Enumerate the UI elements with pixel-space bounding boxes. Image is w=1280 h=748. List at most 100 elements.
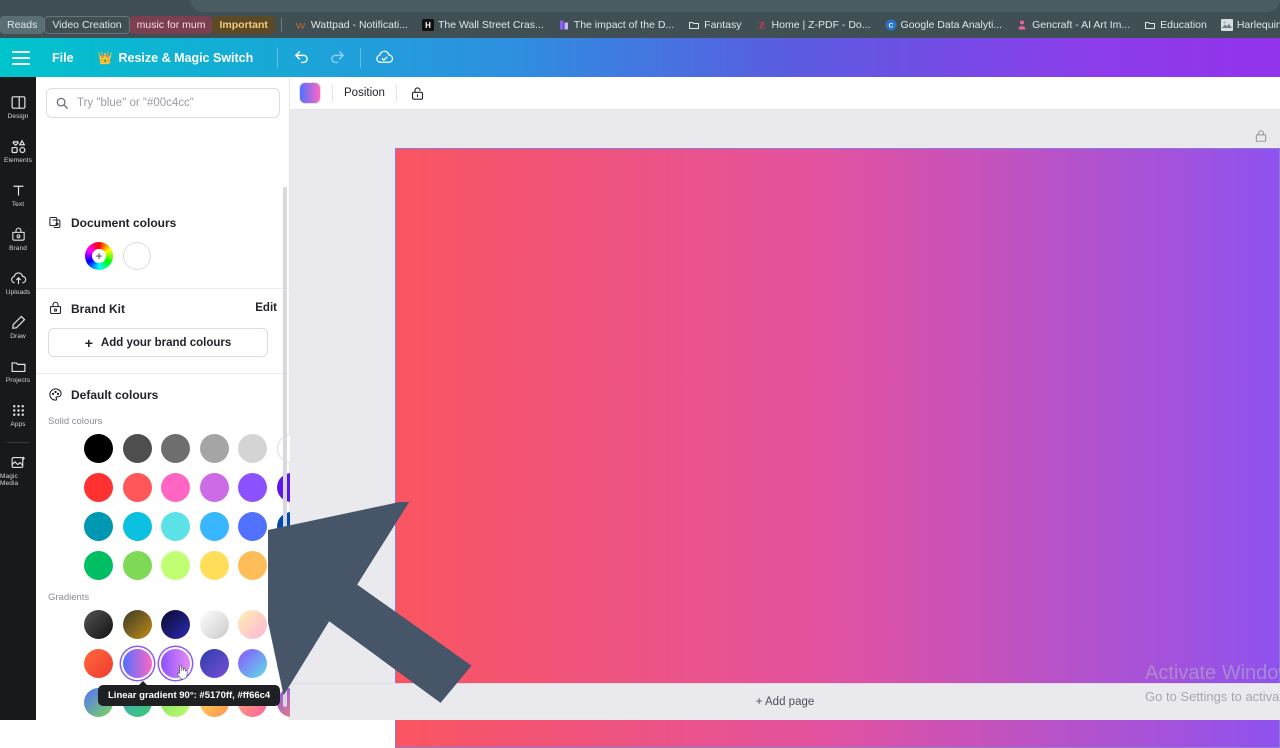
file-menu-label: File: [52, 50, 74, 65]
bookmark-home-z-pdf-do[interactable]: Z Home | Z-PDF - Do...: [749, 16, 878, 34]
solid-colour-swatch-10[interactable]: [238, 473, 268, 502]
sidebar-item-draw[interactable]: Draw: [0, 305, 36, 349]
bookmark-gencraft-ai-art-im[interactable]: Gencraft - AI Art Im...: [1009, 16, 1137, 34]
sidebar-item-projects[interactable]: Projects: [0, 349, 36, 393]
svg-text:C: C: [888, 23, 893, 30]
document-colours-icon: [49, 216, 61, 229]
solid-swatch-cell: [161, 434, 200, 473]
hamburger-icon[interactable]: [12, 50, 30, 65]
resize-magic-switch-button[interactable]: 👑 Resize & Magic Switch: [98, 51, 254, 65]
solid-swatch-cell: [84, 551, 123, 590]
sidebar-item-label: Brand: [9, 245, 27, 252]
divider: [36, 288, 290, 289]
document-colours-title: Document colours: [71, 215, 177, 230]
browser-url-bar[interactable]: canva.com/design/DAFrzH-Nw4/qyhXUSeChhHm…: [0, 0, 1280, 12]
solid-colour-swatch-18[interactable]: [84, 551, 113, 580]
document-colour-white-swatch[interactable]: [123, 242, 151, 270]
cloud-check-icon[interactable]: [370, 44, 398, 72]
bookmark-reads[interactable]: Reads: [0, 16, 45, 34]
gradient-colour-swatch-4[interactable]: [238, 610, 268, 639]
sidebar-item-elements[interactable]: Elements: [0, 129, 36, 173]
sidebar-item-brand[interactable]: Brand: [0, 217, 36, 261]
search-input[interactable]: [46, 88, 280, 118]
gradient-colour-swatch-2[interactable]: [161, 610, 191, 639]
gradient-swatch-cell: [84, 610, 123, 649]
position-button[interactable]: Position: [344, 87, 385, 99]
solid-colour-swatch-20[interactable]: [161, 551, 191, 580]
sidebar-item-uploads[interactable]: Uploads: [0, 261, 36, 305]
brand-kit-title: Brand Kit: [71, 301, 125, 316]
projects-icon: [10, 358, 27, 375]
gradient-colour-swatch-1[interactable]: [122, 610, 152, 639]
bookmark-wattpad-notificati[interactable]: Wattpad - Notificati...: [288, 16, 415, 34]
solid-colour-swatch-12[interactable]: [84, 512, 113, 541]
bookmark-the-impact-of-the-d[interactable]: The impact of the D...: [551, 16, 681, 34]
bookmark-music-for-mum[interactable]: music for mum: [129, 16, 213, 34]
file-menu-button[interactable]: File: [52, 51, 74, 65]
z-icon: Z: [756, 19, 768, 32]
bookmark-fantasy[interactable]: Fantasy: [681, 16, 748, 34]
solid-colour-swatch-0[interactable]: [84, 434, 113, 463]
solid-colour-swatch-4[interactable]: [238, 434, 268, 463]
canvas-toolbar: Position: [290, 77, 1280, 110]
bookmark-label: Important: [219, 19, 268, 31]
bookmark-bar: Reads Video Creation music for mum Importan…: [0, 12, 1280, 38]
sidebar-item-apps[interactable]: Apps: [0, 393, 36, 437]
design-page-canvas[interactable]: [395, 148, 1280, 748]
brand-kit-edit-link[interactable]: Edit: [255, 302, 277, 314]
text-icon: [10, 182, 27, 199]
lock-icon[interactable]: [408, 83, 428, 103]
bookmark-google-data-analyti[interactable]: C Google Data Analyti...: [878, 16, 1010, 34]
solid-swatch-cell: [161, 551, 200, 590]
sidebar-item-design[interactable]: Design: [0, 85, 36, 129]
solid-colour-swatch-1[interactable]: [122, 434, 152, 463]
harlequin-icon: [1220, 19, 1233, 31]
solid-colour-swatch-3[interactable]: [199, 434, 229, 463]
colour-side-panel: Document colours + Brand Kit Edit + Add …: [36, 77, 306, 720]
solid-colour-swatch-21[interactable]: [199, 551, 229, 580]
gradient-colour-swatch-3[interactable]: [199, 610, 229, 639]
browser-chrome: canva.com/design/DAFrzH-Nw4/qyhXUSeChhHm…: [0, 0, 1280, 38]
solid-colour-swatch-22[interactable]: [238, 551, 268, 580]
solid-colour-swatch-16[interactable]: [238, 512, 268, 541]
bookmark-education[interactable]: Education: [1137, 16, 1214, 34]
canvas-lock-icon[interactable]: [1254, 129, 1268, 143]
bookmark-the-wall-street-cras[interactable]: H The Wall Street Cras...: [415, 16, 551, 34]
solid-colour-swatch-2[interactable]: [161, 434, 191, 463]
solid-colour-swatch-8[interactable]: [161, 473, 191, 502]
search-icon: [56, 97, 68, 109]
undo-icon[interactable]: [287, 44, 315, 72]
url-pill[interactable]: [190, 0, 1280, 12]
bookmark-label: Fantasy: [704, 19, 742, 31]
add-brand-colours-button[interactable]: + Add your brand colours: [48, 328, 268, 357]
elements-icon: [10, 138, 27, 155]
palette-icon: [49, 388, 62, 401]
gradient-tooltip: Linear gradient 90°: #5170ff, #ff66c4: [98, 681, 281, 706]
solid-colour-swatch-14[interactable]: [161, 512, 191, 541]
redo-icon[interactable]: [323, 44, 351, 72]
solid-colour-swatch-6[interactable]: [84, 473, 113, 502]
sidebar-item-magic-media[interactable]: Magic Media: [0, 448, 36, 492]
solid-colour-swatch-13[interactable]: [122, 512, 152, 541]
bookmark-video-creation[interactable]: Video Creation: [44, 16, 130, 34]
gradient-colour-swatch-10[interactable]: [238, 649, 268, 678]
solid-colour-swatch-19[interactable]: [122, 551, 152, 580]
solid-colours-label: Solid colours: [48, 416, 103, 427]
panel-scrollbar[interactable]: [283, 187, 287, 707]
canvas-area: Position Activate Windows Go to Settings…: [290, 77, 1280, 748]
solid-colour-swatch-9[interactable]: [199, 473, 229, 502]
solid-swatch-cell: [238, 473, 277, 512]
default-colours-title: Default colours: [71, 387, 159, 402]
solid-swatch-cell: [238, 551, 277, 590]
solid-colour-swatch-7[interactable]: [122, 473, 152, 502]
bookmark-harlequin-romance[interactable]: Harlequin Romance:...: [1214, 16, 1280, 34]
gradient-colour-swatch-6[interactable]: [84, 649, 113, 678]
gradient-colour-swatch-9[interactable]: [199, 649, 229, 678]
add-page-button[interactable]: + Add page: [756, 696, 815, 708]
gradient-colour-swatch-0[interactable]: [84, 610, 113, 639]
sidebar-item-text[interactable]: Text: [0, 173, 36, 217]
gradient-colour-swatch-7[interactable]: [122, 649, 152, 678]
object-colour-swatch[interactable]: [299, 82, 321, 104]
solid-colour-swatch-15[interactable]: [199, 512, 229, 541]
bookmark-important[interactable]: Important: [212, 16, 275, 34]
